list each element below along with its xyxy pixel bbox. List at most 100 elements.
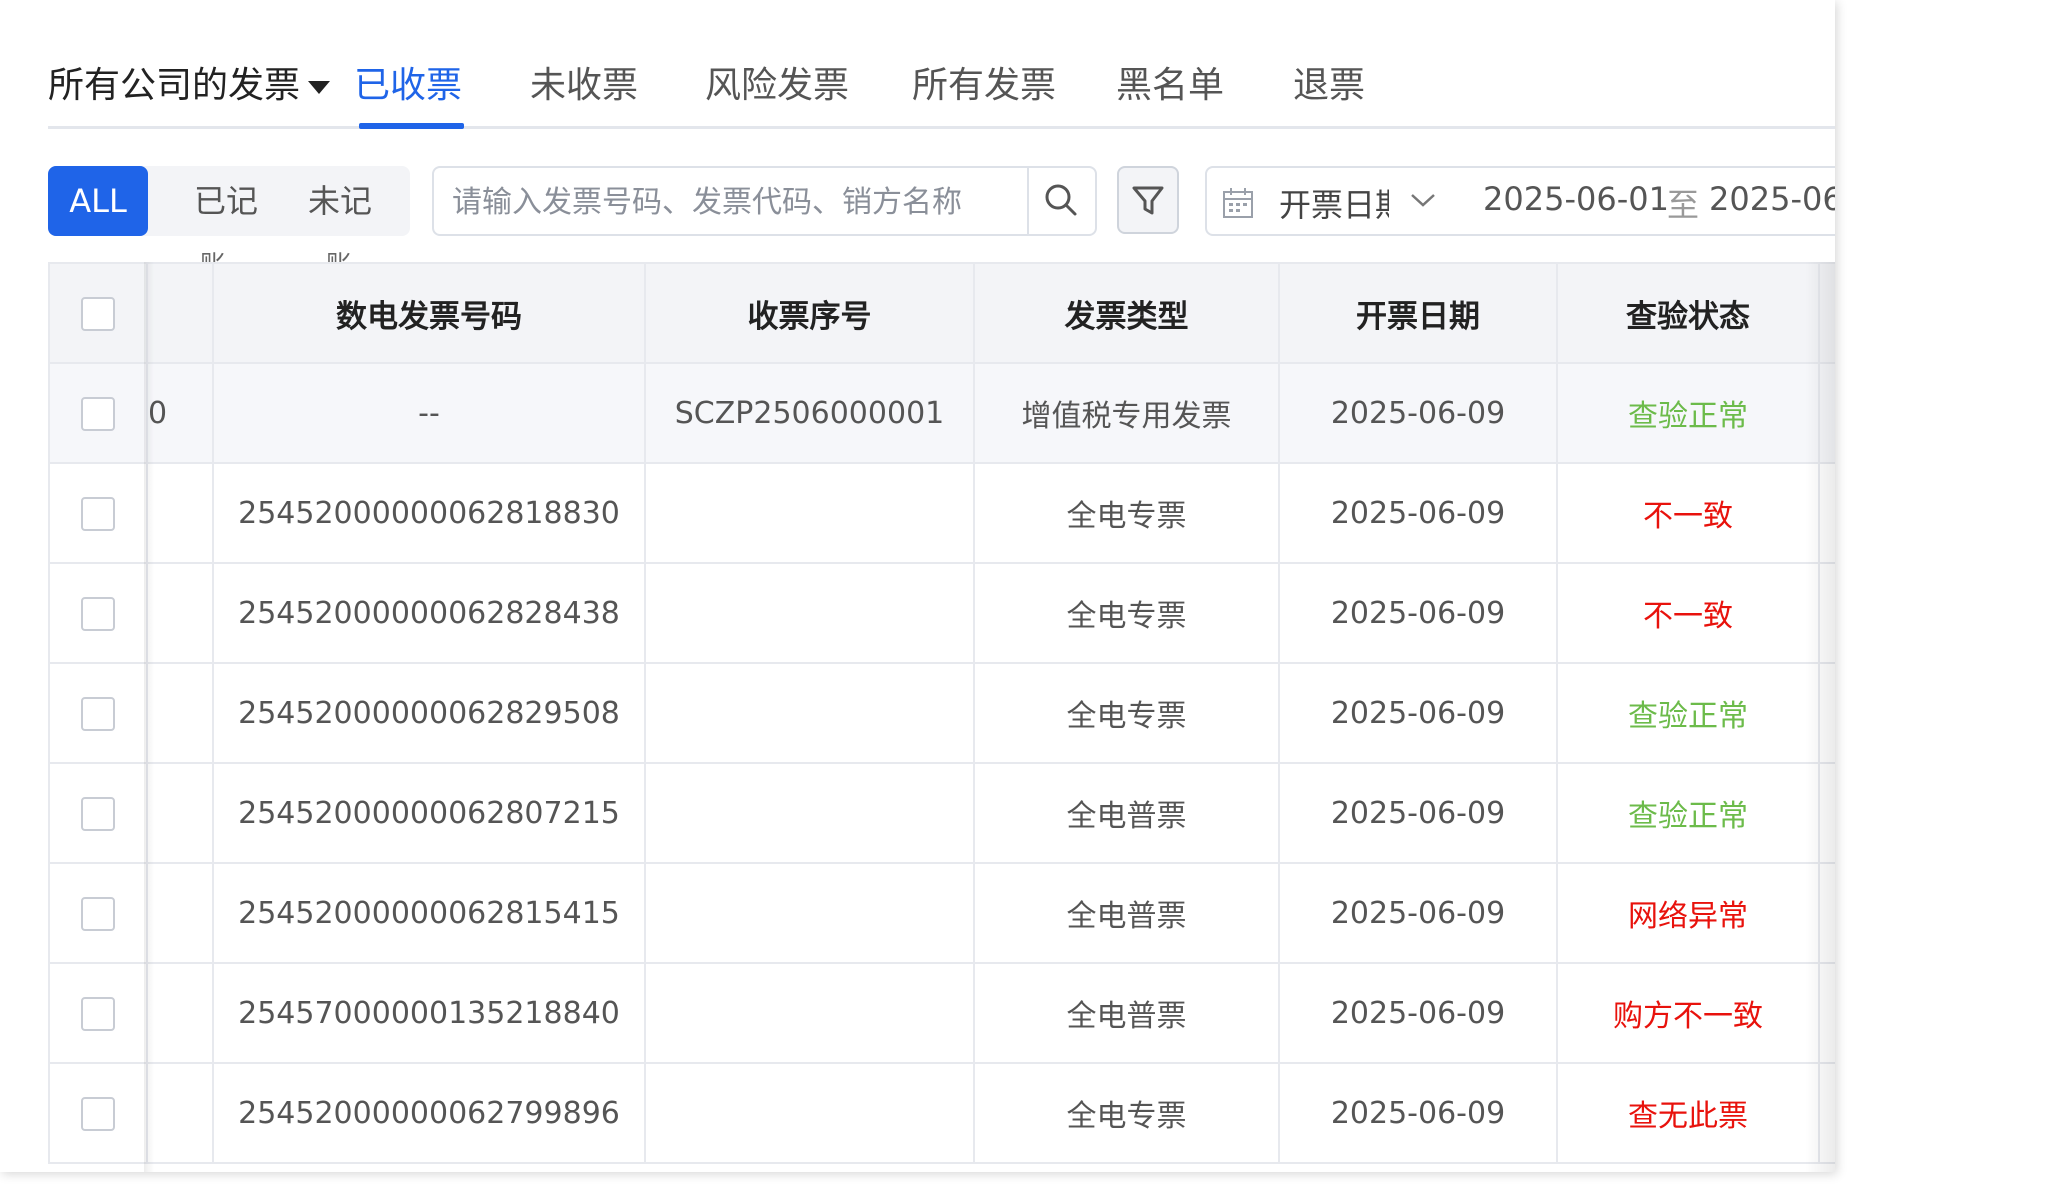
start-date[interactable]: 2025-06-01 bbox=[1483, 180, 1669, 218]
column-header-receipt-seq[interactable]: 收票序号 bbox=[644, 262, 975, 364]
table-row[interactable]: 25452000000062807215 全电普票 2025-06-09 查验正常 bbox=[48, 762, 1835, 864]
more-cell bbox=[1818, 562, 1835, 664]
hidden-cell bbox=[146, 662, 214, 764]
search-icon bbox=[1045, 184, 1077, 216]
row-checkbox[interactable] bbox=[81, 396, 115, 431]
row-select-cell bbox=[48, 962, 148, 1064]
row-checkbox[interactable] bbox=[81, 996, 115, 1031]
table-row[interactable]: 25452000000062815415 全电普票 2025-06-09 网络异常 bbox=[48, 862, 1835, 964]
date-range-picker[interactable]: 开票日期 2025-06-01 至 2025-06- bbox=[1205, 166, 1835, 236]
issue-date-cell: 2025-06-09 bbox=[1278, 762, 1558, 864]
table-row[interactable]: 25452000000062799896 全电专票 2025-06-09 查无此票 bbox=[48, 1062, 1835, 1164]
tab-returned[interactable]: 退票 bbox=[1293, 56, 1365, 108]
row-select-cell bbox=[48, 562, 148, 664]
table-row[interactable]: 25457000000135218840 全电普票 2025-06-09 购方不一致 bbox=[48, 962, 1835, 1064]
filter-all[interactable]: ALL bbox=[48, 166, 148, 236]
verify-status-cell: 查验正常 bbox=[1556, 762, 1820, 864]
hidden-cell bbox=[146, 462, 214, 564]
receipt-seq-cell bbox=[644, 462, 975, 564]
invoice-number-cell: 25452000000062807215 bbox=[212, 762, 646, 864]
column-header-verify-status[interactable]: 查验状态 bbox=[1556, 262, 1820, 364]
invoice-type-cell: 全电普票 bbox=[973, 962, 1280, 1064]
column-header-issue-date[interactable]: 开票日期 bbox=[1278, 262, 1558, 364]
booking-status-filter: ALL 已记 未记 bbox=[48, 166, 410, 236]
invoice-type-cell: 全电普票 bbox=[973, 762, 1280, 864]
verify-status-cell: 购方不一致 bbox=[1556, 962, 1820, 1064]
verify-status-cell: 不一致 bbox=[1556, 462, 1820, 564]
select-all-cell bbox=[48, 262, 148, 364]
row-checkbox[interactable] bbox=[81, 896, 115, 931]
select-all-checkbox[interactable] bbox=[81, 297, 115, 332]
receipt-seq-cell bbox=[644, 1062, 975, 1164]
chevron-down-icon bbox=[1411, 194, 1435, 207]
verify-status-cell: 查验正常 bbox=[1556, 662, 1820, 764]
advanced-filter-button[interactable] bbox=[1117, 166, 1179, 234]
receipt-seq-cell bbox=[644, 762, 975, 864]
issue-date-cell: 2025-06-09 bbox=[1278, 862, 1558, 964]
column-header-invoice-type[interactable]: 发票类型 bbox=[973, 262, 1280, 364]
issue-date-cell: 2025-06-09 bbox=[1278, 362, 1558, 464]
receipt-seq-cell bbox=[644, 562, 975, 664]
search-button[interactable] bbox=[1027, 168, 1095, 234]
invoice-panel: 所有公司的发票 已收票 未收票 风险发票 所有发票 黑名单 退票 ALL 已记 … bbox=[0, 0, 1835, 1172]
table-row[interactable]: 25452000000062818830 全电专票 2025-06-09 不一致 bbox=[48, 462, 1835, 564]
row-select-cell bbox=[48, 662, 148, 764]
row-checkbox[interactable] bbox=[81, 496, 115, 531]
issue-date-cell: 2025-06-09 bbox=[1278, 962, 1558, 1064]
table-row[interactable]: 25452000000062828438 全电专票 2025-06-09 不一致 bbox=[48, 562, 1835, 664]
verify-status-cell: 查无此票 bbox=[1556, 1062, 1820, 1164]
invoice-number-cell: -- bbox=[212, 362, 646, 464]
caret-down-icon bbox=[308, 80, 331, 94]
issue-date-cell: 2025-06-09 bbox=[1278, 1062, 1558, 1164]
invoice-number-cell: 25452000000062799896 bbox=[212, 1062, 646, 1164]
verify-status-cell: 网络异常 bbox=[1556, 862, 1820, 964]
row-checkbox[interactable] bbox=[81, 596, 115, 631]
tab-all-invoices[interactable]: 所有发票 bbox=[912, 56, 1056, 108]
more-cell bbox=[1818, 862, 1835, 964]
invoice-table: 数电发票号码 收票序号 发票类型 开票日期 查验状态 0 -- SCZP250600… bbox=[48, 262, 1835, 1172]
hidden-cell bbox=[146, 862, 214, 964]
row-checkbox[interactable] bbox=[81, 796, 115, 831]
invoice-type-cell: 增值税专用发票 bbox=[973, 362, 1280, 464]
tab-risk-invoices[interactable]: 风险发票 bbox=[705, 56, 849, 108]
receipt-seq-cell bbox=[644, 962, 975, 1064]
filter-booked[interactable]: 已记 bbox=[178, 166, 274, 236]
row-checkbox[interactable] bbox=[81, 696, 115, 731]
row-checkbox[interactable] bbox=[81, 1096, 115, 1131]
column-header-more bbox=[1818, 262, 1835, 364]
receipt-seq-cell: SCZP2506000001 bbox=[644, 362, 975, 464]
row-select-cell bbox=[48, 862, 148, 964]
hidden-column-header bbox=[146, 262, 214, 364]
verify-status-cell: 查验正常 bbox=[1556, 362, 1820, 464]
tab-blacklist[interactable]: 黑名单 bbox=[1116, 56, 1224, 108]
filter-unbooked[interactable]: 未记 bbox=[290, 166, 390, 236]
invoice-type-cell: 全电普票 bbox=[973, 862, 1280, 964]
issue-date-cell: 2025-06-09 bbox=[1278, 462, 1558, 564]
invoice-number-cell: 25452000000062829508 bbox=[212, 662, 646, 764]
row-select-cell bbox=[48, 462, 148, 564]
receipt-seq-cell bbox=[644, 862, 975, 964]
issue-date-cell: 2025-06-09 bbox=[1278, 662, 1558, 764]
more-cell bbox=[1818, 962, 1835, 1064]
calendar-icon bbox=[1223, 188, 1253, 218]
more-cell bbox=[1818, 662, 1835, 764]
more-cell bbox=[1818, 462, 1835, 564]
hidden-cell bbox=[146, 962, 214, 1064]
tab-not-received[interactable]: 未收票 bbox=[530, 56, 638, 108]
end-date[interactable]: 2025-06- bbox=[1709, 180, 1835, 218]
tab-received[interactable]: 已收票 bbox=[354, 56, 462, 108]
invoice-number-cell: 25457000000135218840 bbox=[212, 962, 646, 1064]
tab-bar: 所有公司的发票 已收票 未收票 风险发票 所有发票 黑名单 退票 bbox=[48, 0, 1835, 130]
date-type-select[interactable]: 开票日期 bbox=[1279, 180, 1389, 226]
table-row[interactable]: 25452000000062829508 全电专票 2025-06-09 查验正常 bbox=[48, 662, 1835, 764]
column-header-invoice-number[interactable]: 数电发票号码 bbox=[212, 262, 646, 364]
row-select-cell bbox=[48, 362, 148, 464]
company-selector[interactable]: 所有公司的发票 bbox=[48, 56, 331, 108]
table-row[interactable]: 0 -- SCZP2506000001 增值税专用发票 2025-06-09 查验正常 bbox=[48, 362, 1835, 464]
invoice-type-cell: 全电专票 bbox=[973, 562, 1280, 664]
search-input[interactable] bbox=[450, 178, 1024, 226]
invoice-number-cell: 25452000000062815415 bbox=[212, 862, 646, 964]
invoice-type-cell: 全电专票 bbox=[973, 1062, 1280, 1164]
issue-date-cell: 2025-06-09 bbox=[1278, 562, 1558, 664]
invoice-type-cell: 全电专票 bbox=[973, 662, 1280, 764]
